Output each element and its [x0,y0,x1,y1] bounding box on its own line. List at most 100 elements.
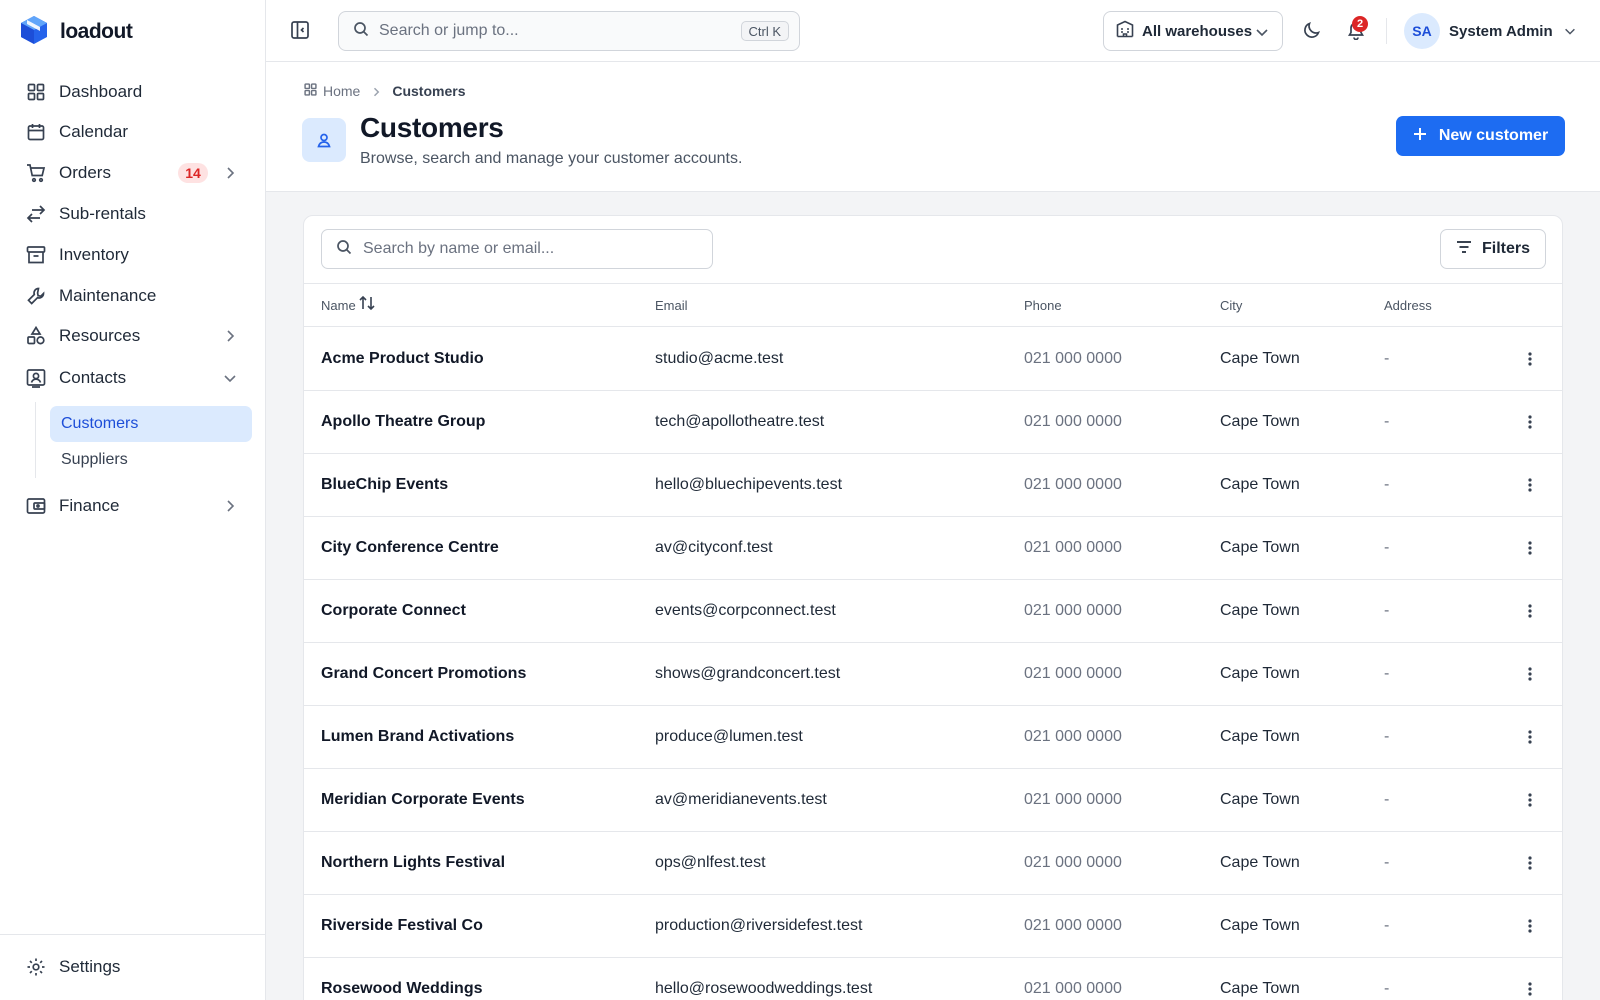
customer-email: production@riversidefest.test [655,917,863,934]
search-shortcut-hint: Ctrl K [740,21,789,41]
customer-name[interactable]: City Conference Centre [321,539,499,557]
customer-phone: 021 000 0000 [1024,665,1122,682]
sort-arrows-icon[interactable] [358,294,376,312]
table-row[interactable]: BlueChip Events hello@bluechipevents.tes… [304,454,1562,517]
brand[interactable]: loadout [20,14,133,50]
customer-email: av@cityconf.test [655,539,773,556]
more-vertical-icon[interactable] [1519,915,1541,937]
sidebar-item-label: Dashboard [59,82,143,101]
column-header-name[interactable]: Name [321,295,376,313]
table-row[interactable]: Acme Product Studio studio@acme.test 021… [304,328,1562,391]
more-vertical-icon[interactable] [1519,411,1541,433]
grid-icon [304,83,317,99]
more-vertical-icon[interactable] [1519,537,1541,559]
more-vertical-icon[interactable] [1519,852,1541,874]
logo-cube-icon [20,15,48,50]
column-header-email[interactable]: Email [655,298,688,313]
customer-city: Cape Town [1220,413,1300,430]
more-vertical-icon[interactable] [1519,663,1541,685]
customer-name[interactable]: Rosewood Weddings [321,980,482,998]
table-row[interactable]: Apollo Theatre Group tech@apollotheatre.… [304,391,1562,454]
customers-table-card: Filters Name Email Phone City Address Ac… [303,215,1563,1000]
sidebar-item-orders[interactable]: Orders 14 [14,155,252,191]
sidebar-item-label: Orders [59,163,111,182]
customer-search-input[interactable] [363,240,703,258]
sidebar-item-finance[interactable]: Finance [14,488,252,524]
more-vertical-icon[interactable] [1519,978,1541,1000]
swap-arrows-icon [26,204,46,224]
warehouse-select[interactable]: All warehouses [1103,11,1283,51]
table-row[interactable]: City Conference Centre av@cityconf.test … [304,517,1562,580]
customer-name[interactable]: BlueChip Events [321,476,448,494]
filters-button[interactable]: Filters [1440,229,1546,269]
table-row[interactable]: Meridian Corporate Events av@meridianeve… [304,769,1562,832]
filter-lines-icon [1456,240,1472,259]
customer-name[interactable]: Northern Lights Festival [321,854,505,872]
sidebar-item-sub-rentals[interactable]: Sub-rentals [14,196,252,232]
sidebar-item-contacts[interactable]: Contacts [14,360,252,396]
customer-name[interactable]: Corporate Connect [321,602,466,620]
customer-email: ops@nlfest.test [655,854,766,871]
new-customer-button[interactable]: New customer [1396,116,1565,156]
sidebar-item-calendar[interactable]: Calendar [14,114,252,150]
customer-city: Cape Town [1220,350,1300,367]
customer-email: av@meridianevents.test [655,791,827,808]
column-header-city[interactable]: City [1220,298,1242,313]
breadcrumb-home-label: Home [323,83,361,99]
orders-count-badge: 14 [178,163,208,183]
customer-city: Cape Town [1220,980,1300,997]
dark-mode-moon-icon[interactable] [1302,20,1324,42]
more-vertical-icon[interactable] [1519,474,1541,496]
customer-name[interactable]: Acme Product Studio [321,350,484,368]
sidebar-item-label: Maintenance [59,286,157,305]
more-vertical-icon[interactable] [1519,348,1541,370]
sidebar-item-resources[interactable]: Resources [14,318,252,354]
table-row[interactable]: Corporate Connect events@corpconnect.tes… [304,580,1562,643]
wallet-icon [26,496,46,516]
table-row[interactable]: Riverside Festival Co production@riversi… [304,895,1562,958]
sidebar-item-dashboard[interactable]: Dashboard [14,74,252,110]
column-header-address[interactable]: Address [1384,298,1432,313]
column-header-phone[interactable]: Phone [1024,298,1062,313]
sidebar-item-label: Sub-rentals [59,204,146,223]
customer-name[interactable]: Riverside Festival Co [321,917,483,935]
sidebar-subitem-suppliers[interactable]: Suppliers [50,442,252,478]
customer-search[interactable] [321,229,713,269]
table-row[interactable]: Rosewood Weddings hello@rosewoodweddings… [304,958,1562,1000]
table-row[interactable]: Lumen Brand Activations produce@lumen.te… [304,706,1562,769]
customer-address: - [1384,350,1390,367]
customer-name[interactable]: Lumen Brand Activations [321,728,514,746]
plus-icon [1413,127,1427,146]
chevron-down-icon [222,370,238,386]
customer-city: Cape Town [1220,476,1300,493]
customer-city: Cape Town [1220,917,1300,934]
global-search-input[interactable] [379,22,719,40]
more-vertical-icon[interactable] [1519,726,1541,748]
customer-name[interactable]: Meridian Corporate Events [321,791,525,809]
global-search[interactable]: Ctrl K [338,11,800,51]
customer-email: shows@grandconcert.test [655,665,841,682]
sidebar-item-inventory[interactable]: Inventory [14,237,252,273]
more-vertical-icon[interactable] [1519,789,1541,811]
table-header: Name Email Phone City Address [304,283,1562,327]
customer-address: - [1384,791,1390,808]
customer-name[interactable]: Apollo Theatre Group [321,413,485,431]
table-row[interactable]: Grand Concert Promotions shows@grandconc… [304,643,1562,706]
building-icon [1116,20,1134,43]
table-row[interactable]: Northern Lights Festival ops@nlfest.test… [304,832,1562,895]
breadcrumb-home[interactable]: Home [304,83,360,99]
sidebar-item-maintenance[interactable]: Maintenance [14,278,252,314]
customer-address: - [1384,980,1390,997]
sidebar: loadout Dashboard Calendar Orders 14 Sub… [0,0,266,1000]
customer-address: - [1384,602,1390,619]
column-header-label: Name [321,298,356,313]
sidebar-toggle-icon[interactable] [290,20,312,42]
user-menu[interactable]: SA System Admin [1404,13,1577,49]
user-name: System Admin [1449,22,1553,40]
sidebar-item-settings[interactable]: Settings [14,949,252,985]
sidebar-subitem-customers[interactable]: Customers [50,406,252,442]
more-vertical-icon[interactable] [1519,600,1541,622]
customer-name[interactable]: Grand Concert Promotions [321,665,526,683]
new-customer-label: New customer [1438,127,1549,144]
customer-address: - [1384,539,1390,556]
